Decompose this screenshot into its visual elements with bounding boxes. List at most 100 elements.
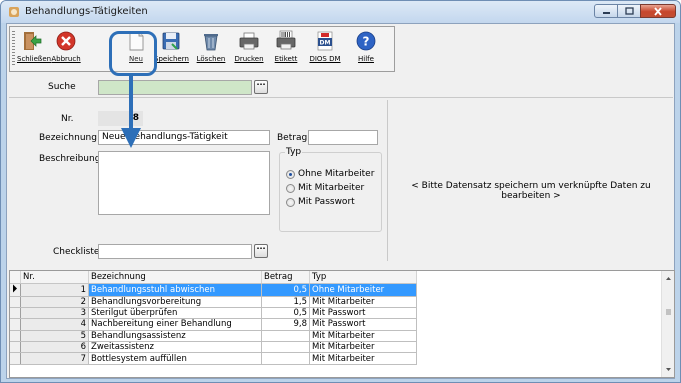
- cell-betrag: 0,5: [261, 307, 310, 320]
- column-header-bezeichnung[interactable]: Bezeichnung: [88, 271, 262, 284]
- table-row[interactable]: 6 Zweitassistenz Mit Mitarbeiter: [10, 341, 417, 354]
- cell-bezeichnung: Behandlungsvorbereitung: [88, 296, 262, 308]
- table-row[interactable]: 7 Bottlesystem auffüllen Mit Mitarbeiter: [10, 352, 417, 365]
- print-button[interactable]: Drucken: [232, 30, 266, 70]
- cell-nr: 3: [20, 307, 89, 320]
- cell-nr: 1: [20, 283, 89, 297]
- checkliste-input[interactable]: [98, 244, 252, 259]
- records-table: Nr. Bezeichnung Betrag Typ 1 Behandlungs…: [10, 271, 417, 365]
- table-row[interactable]: 2 Behandlungsvorbereitung 1,5 Mit Mitarb…: [10, 296, 417, 308]
- delete-button[interactable]: Löschen: [194, 30, 228, 70]
- cell-bezeichnung: Zweitassistenz: [88, 341, 262, 354]
- typ-group: Typ Ohne Mitarbeiter Mit Mitarbeiter Mit…: [279, 147, 382, 232]
- typ-option-mit-passwort[interactable]: Mit Passwort: [286, 197, 355, 207]
- window-controls: [594, 4, 676, 18]
- betrag-label: Betrag: [277, 133, 308, 143]
- nr-label: Nr.: [61, 114, 74, 124]
- betrag-input[interactable]: [308, 130, 378, 145]
- radio-icon: [286, 197, 295, 207]
- cell-nr: 5: [20, 330, 89, 343]
- save-label: Speichern: [154, 55, 189, 63]
- window: Behandlungs-Tätigkeiten Schließen Abbruc…: [0, 0, 681, 383]
- svg-text:DM: DM: [320, 40, 331, 47]
- row-indicator: [10, 330, 21, 343]
- cell-nr: 6: [20, 341, 89, 354]
- ellipsis-icon: ···: [256, 244, 266, 253]
- radio-icon: [286, 183, 295, 193]
- scroll-down-icon: [666, 368, 671, 371]
- title-bar[interactable]: Behandlungs-Tätigkeiten: [1, 1, 680, 23]
- cell-bezeichnung: Sterilgut überprüfen: [88, 307, 262, 320]
- vertical-scrollbar[interactable]: [661, 271, 674, 377]
- delete-label: Löschen: [196, 55, 226, 63]
- table-row[interactable]: 3 Sterilgut überprüfen 0,5 Mit Passwort: [10, 307, 417, 320]
- bezeichnung-label: Bezeichnung: [39, 133, 97, 143]
- column-header-betrag[interactable]: Betrag: [261, 271, 310, 284]
- maximize-button[interactable]: [617, 4, 641, 18]
- scrollbar-grip-icon: [666, 309, 671, 315]
- search-lookup-button[interactable]: ···: [254, 80, 268, 94]
- close-record-button[interactable]: Schließen: [17, 30, 51, 70]
- printer-icon: [239, 32, 259, 50]
- checkliste-label: Checkliste: [53, 247, 100, 257]
- cell-nr: 4: [20, 318, 89, 331]
- dios-pdf-icon: DM: [317, 31, 333, 51]
- table-header: Nr. Bezeichnung Betrag Typ: [10, 271, 417, 284]
- close-button[interactable]: [640, 4, 676, 18]
- help-button[interactable]: ? Hilfe: [351, 30, 381, 70]
- label-button[interactable]: Etikett: [269, 30, 303, 70]
- print-label: Drucken: [234, 55, 264, 63]
- window-title: Behandlungs-Tätigkeiten: [25, 6, 148, 17]
- checkliste-lookup-button[interactable]: ···: [254, 244, 268, 258]
- help-icon: ?: [356, 31, 376, 51]
- cell-bezeichnung: Bottlesystem auffüllen: [88, 352, 262, 365]
- column-header-typ[interactable]: Typ: [309, 271, 417, 284]
- cell-betrag: 1,5: [261, 296, 310, 308]
- help-label: Hilfe: [358, 55, 374, 63]
- beschreibung-label: Beschreibung: [39, 154, 101, 164]
- save-button[interactable]: Speichern: [154, 30, 189, 70]
- table-row[interactable]: 5 Behandlungsassistenz Mit Mitarbeiter: [10, 330, 417, 343]
- save-disk-icon: [162, 32, 180, 50]
- svg-text:?: ?: [363, 35, 370, 49]
- cancel-button[interactable]: Abbruch: [51, 30, 81, 70]
- row-indicator: [10, 318, 21, 331]
- cell-betrag: 0,5: [261, 283, 310, 297]
- dios-dm-label: DIOS DM: [309, 55, 341, 63]
- table-row[interactable]: 1 Behandlungsstuhl abwischen 0,5 Ohne Mi…: [10, 283, 417, 297]
- records-grid[interactable]: Nr. Bezeichnung Betrag Typ 1 Behandlungs…: [9, 270, 675, 378]
- minimize-button[interactable]: [594, 4, 618, 18]
- table-row[interactable]: 4 Nachbereitung einer Behandlung 9,8 Mit…: [10, 318, 417, 331]
- ellipsis-icon: ···: [256, 80, 266, 89]
- linked-data-message: < Bitte Datensatz speichern um verknüpft…: [411, 181, 651, 201]
- typ-option-ohne-mitarbeiter[interactable]: Ohne Mitarbeiter: [286, 169, 374, 179]
- row-indicator: [10, 341, 21, 354]
- label-label: Etikett: [274, 55, 298, 63]
- app-icon: [9, 7, 19, 17]
- red-cancel-icon: [56, 31, 76, 51]
- cell-nr: 2: [20, 296, 89, 308]
- new-button-highlight: [109, 31, 157, 76]
- minimize-icon: [602, 12, 610, 14]
- scroll-up-icon: [666, 277, 671, 280]
- arrow-down-icon: [121, 76, 141, 148]
- typ-option-mit-mitarbeiter[interactable]: Mit Mitarbeiter: [286, 183, 364, 193]
- toolbar-grip[interactable]: [12, 31, 15, 67]
- row-indicator: [10, 283, 21, 297]
- row-indicator: [10, 352, 21, 365]
- typ-option-label: Mit Mitarbeiter: [298, 183, 365, 193]
- cell-betrag: 9,8: [261, 318, 310, 331]
- search-label: Suche: [48, 82, 76, 92]
- column-header-nr[interactable]: Nr.: [20, 271, 89, 284]
- beschreibung-textarea[interactable]: [98, 151, 270, 215]
- label-printer-icon: [276, 30, 296, 50]
- maximize-icon: [624, 7, 634, 15]
- cell-typ: Ohne Mitarbeiter: [309, 283, 417, 297]
- close-icon: [654, 6, 662, 16]
- cell-typ: Mit Passwort: [309, 318, 417, 331]
- dios-dm-button[interactable]: DM DIOS DM: [307, 30, 343, 70]
- cell-typ: Mit Mitarbeiter: [309, 352, 417, 365]
- client-area: Schließen Abbruch Neu Speichern Löschen …: [6, 23, 675, 379]
- typ-option-label: Ohne Mitarbeiter: [298, 169, 375, 179]
- row-indicator: [10, 296, 21, 308]
